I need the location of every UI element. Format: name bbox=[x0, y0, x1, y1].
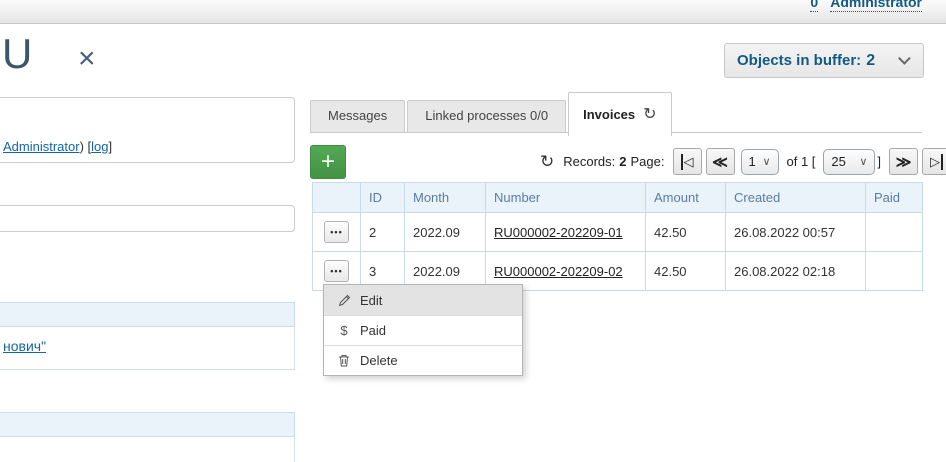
left-section-extra-header bbox=[0, 412, 295, 437]
last-page-icon: ▷ bbox=[930, 154, 943, 170]
first-page-button[interactable]: ◁ bbox=[673, 148, 702, 175]
menu-item-edit[interactable]: Edit bbox=[324, 285, 522, 315]
cell-amount: 42.50 bbox=[646, 252, 726, 291]
bracket-close-label: ] bbox=[877, 154, 881, 169]
cell-created: 26.08.2022 02:18 bbox=[726, 252, 866, 291]
menu-item-delete[interactable]: Delete bbox=[324, 345, 522, 375]
table-row: ••• 2 2022.09 RU000002-202209-01 42.50 2… bbox=[313, 213, 923, 252]
page-title: U bbox=[2, 32, 32, 76]
next-page-button[interactable]: ≫ bbox=[889, 148, 918, 175]
objects-in-buffer-dropdown[interactable]: Objects in buffer: 2 bbox=[724, 43, 924, 78]
left-section-extra-body bbox=[0, 437, 295, 462]
menu-item-label: Edit bbox=[360, 293, 382, 308]
tab-linked-processes[interactable]: Linked processes 0/0 bbox=[407, 100, 566, 132]
col-month: Month bbox=[405, 183, 486, 213]
left-section-extra bbox=[0, 412, 295, 462]
current-user-link[interactable]: Administrator bbox=[830, 0, 922, 12]
owner-mid-text: ) [ bbox=[80, 139, 92, 154]
menu-item-label: Paid bbox=[360, 323, 386, 338]
refresh-icon[interactable]: ↻ bbox=[643, 95, 656, 135]
close-icon[interactable]: × bbox=[78, 44, 96, 74]
left-section-contact: нович" bbox=[0, 302, 295, 370]
next-page-icon: ≫ bbox=[896, 153, 912, 171]
cell-paid bbox=[866, 252, 923, 291]
left-empty-field[interactable] bbox=[0, 205, 295, 232]
owner-end-text: ] bbox=[109, 139, 113, 154]
buffer-count: 2 bbox=[866, 52, 875, 70]
col-paid: Paid bbox=[866, 183, 923, 213]
records-count: 2 bbox=[619, 154, 626, 169]
owner-link[interactable]: Administrator bbox=[3, 139, 80, 154]
tab-messages[interactable]: Messages bbox=[310, 100, 405, 132]
menu-item-paid[interactable]: $ Paid bbox=[324, 315, 522, 345]
invoices-table: ID Month Number Amount Created Paid ••• … bbox=[312, 182, 923, 291]
col-amount: Amount bbox=[646, 183, 726, 213]
contact-name-link[interactable]: нович" bbox=[3, 338, 46, 354]
invoice-number-link[interactable]: RU000002-202209-01 bbox=[494, 225, 623, 240]
records-label: Records: bbox=[563, 154, 615, 169]
cell-id: 2 bbox=[361, 213, 405, 252]
tab-invoices-label: Invoices bbox=[583, 95, 635, 135]
tab-invoices[interactable]: Invoices ↻ bbox=[568, 92, 671, 136]
prev-page-button[interactable]: ≪ bbox=[706, 148, 735, 175]
notification-count-link[interactable]: 0 bbox=[810, 0, 818, 12]
pencil-icon bbox=[336, 294, 352, 307]
topbar-user-area: 0 Administrator bbox=[810, 0, 922, 12]
chevron-down-icon: ∨ bbox=[762, 155, 770, 168]
log-link[interactable]: log bbox=[91, 139, 108, 154]
pagination-bar: ↻ Records: 2 Page: ◁ ≪ 1 ∨ of 1 [ 25 ∨ ]… bbox=[540, 145, 946, 178]
cell-created: 26.08.2022 00:57 bbox=[726, 213, 866, 252]
page-size-value: 25 bbox=[831, 154, 845, 169]
add-invoice-button[interactable]: + bbox=[310, 145, 346, 179]
chevron-down-icon bbox=[898, 52, 911, 65]
first-page-icon: ◁ bbox=[681, 154, 694, 170]
page-number-select[interactable]: 1 ∨ bbox=[741, 149, 779, 175]
prev-page-icon: ≪ bbox=[712, 153, 728, 171]
tab-bar: Messages Linked processes 0/0 Invoices ↻ bbox=[310, 93, 922, 133]
dollar-icon: $ bbox=[336, 323, 352, 338]
last-page-button[interactable]: ▷ bbox=[922, 148, 946, 175]
page-number-value: 1 bbox=[749, 154, 756, 169]
left-section-contact-header bbox=[0, 302, 295, 327]
cell-paid bbox=[866, 213, 923, 252]
table-header-row: ID Month Number Amount Created Paid bbox=[313, 183, 923, 213]
menu-item-label: Delete bbox=[360, 353, 398, 368]
trash-icon bbox=[336, 354, 352, 367]
row-actions-button[interactable]: ••• bbox=[324, 221, 349, 243]
buffer-label: Objects in buffer: bbox=[737, 52, 861, 69]
page-of-label: of 1 [ bbox=[787, 154, 816, 169]
left-section-contact-body: нович" bbox=[0, 327, 295, 370]
col-id: ID bbox=[361, 183, 405, 213]
cell-amount: 42.50 bbox=[646, 213, 726, 252]
top-bar: 0 Administrator bbox=[0, 0, 946, 24]
col-created: Created bbox=[726, 183, 866, 213]
owner-log-line: Administrator) [log] bbox=[3, 139, 112, 154]
col-actions bbox=[313, 183, 361, 213]
chevron-down-icon: ∨ bbox=[859, 155, 867, 168]
page-size-select[interactable]: 25 ∨ bbox=[823, 149, 875, 175]
row-context-menu: Edit $ Paid Delete bbox=[323, 284, 523, 376]
cell-month: 2022.09 bbox=[405, 213, 486, 252]
refresh-icon[interactable]: ↻ bbox=[540, 152, 554, 172]
col-number: Number bbox=[486, 183, 646, 213]
left-info-panel: Administrator) [log] bbox=[0, 97, 295, 163]
app-window: 0 Administrator U × Objects in buffer: 2… bbox=[0, 0, 946, 462]
page-label: Page: bbox=[631, 154, 665, 169]
invoice-number-link[interactable]: RU000002-202209-02 bbox=[494, 264, 623, 279]
row-actions-button[interactable]: ••• bbox=[324, 260, 349, 282]
